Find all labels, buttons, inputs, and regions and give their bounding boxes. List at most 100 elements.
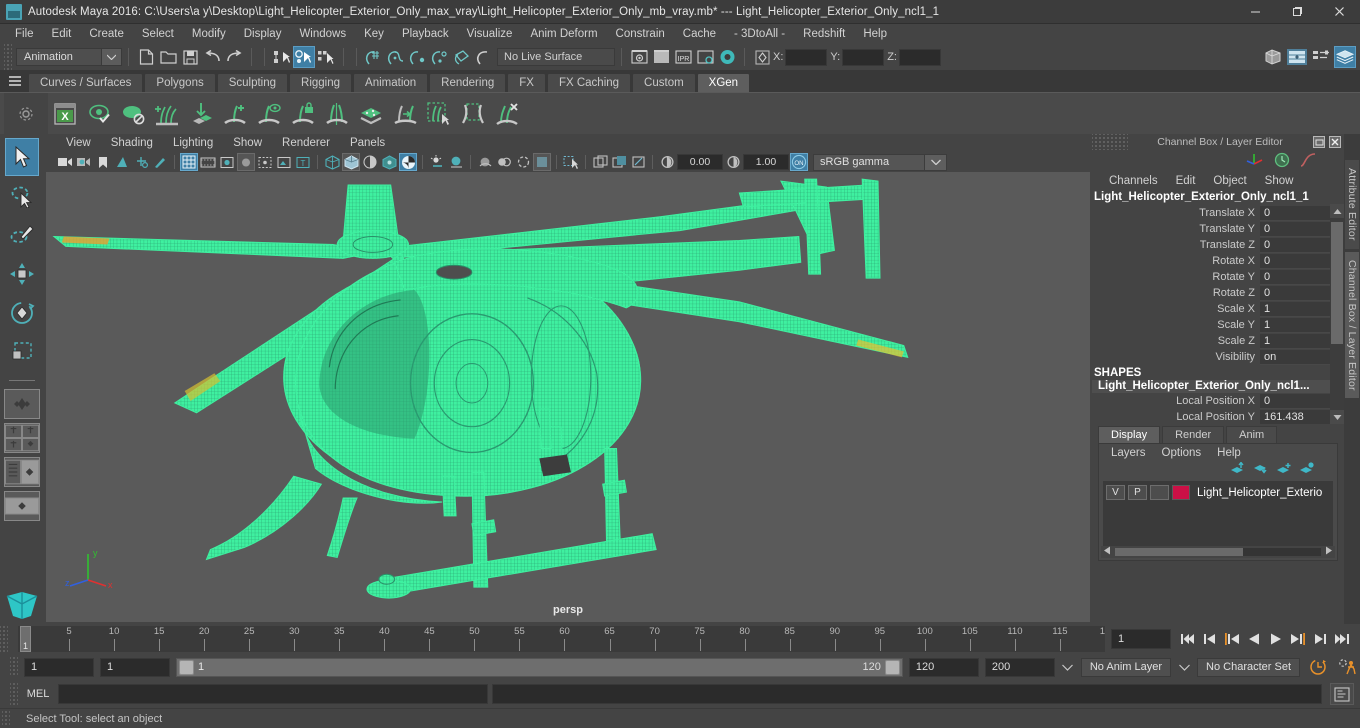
shadows-icon[interactable]	[428, 153, 446, 171]
select-by-component-icon[interactable]	[315, 46, 337, 68]
minimize-button[interactable]	[1234, 0, 1276, 24]
xgen-editor-icon[interactable]: X	[48, 97, 82, 131]
redo-icon[interactable]	[223, 46, 245, 68]
channel-row[interactable]: Local Position X 0	[1092, 393, 1344, 409]
keyframe-clock-icon[interactable]	[1274, 152, 1290, 171]
auto-key-icon[interactable]	[1306, 656, 1330, 678]
smooth-shading-icon[interactable]	[342, 153, 360, 171]
go-to-start-icon[interactable]	[1177, 628, 1198, 650]
layer-shading-toggle[interactable]	[1150, 485, 1169, 500]
convert-to-interactive-icon[interactable]	[388, 97, 422, 131]
playback-start-field[interactable]: 1	[100, 657, 170, 677]
single-perspective-layout[interactable]	[4, 389, 40, 419]
layer-item[interactable]: V P Light_Helicopter_Exterio	[1106, 484, 1330, 501]
channel-row[interactable]: Rotate X 0	[1092, 253, 1344, 269]
coord-z-field[interactable]	[898, 48, 941, 66]
guide-visibility-icon[interactable]	[252, 97, 286, 131]
menu-playback[interactable]: Playback	[393, 24, 458, 44]
ambient-occlusion-icon[interactable]	[447, 153, 465, 171]
exposure-field[interactable]: 0.00	[677, 154, 723, 170]
undo-icon[interactable]	[201, 46, 223, 68]
snap-to-projected-center-icon[interactable]	[429, 46, 451, 68]
range-slider-grip[interactable]	[10, 657, 18, 677]
create-layer-from-selected-icon[interactable]	[1299, 462, 1315, 478]
shelf-tab-custom[interactable]: Custom	[632, 73, 696, 92]
viewport-menu-shading[interactable]: Shading	[101, 133, 163, 153]
menuset-dropdown[interactable]: Animation	[16, 48, 122, 66]
gamma-reset-icon[interactable]	[724, 153, 742, 171]
transform-axes-icon[interactable]	[1246, 152, 1264, 171]
range-end-handle[interactable]	[884, 659, 900, 675]
menu-create[interactable]: Create	[80, 24, 133, 44]
multisample-aa-icon[interactable]	[495, 153, 513, 171]
maximize-button[interactable]	[1276, 0, 1318, 24]
render-settings-icon[interactable]	[694, 46, 716, 68]
viewport-render-region-icon[interactable]	[533, 153, 551, 171]
channel-menu-show[interactable]: Show	[1256, 171, 1303, 191]
scrollbar-thumb[interactable]	[1115, 548, 1243, 556]
command-language-label[interactable]: MEL	[22, 688, 54, 700]
animation-start-field[interactable]: 1	[24, 657, 94, 677]
layer-menu-help[interactable]: Help	[1209, 443, 1249, 463]
layer-menu-layers[interactable]: Layers	[1103, 443, 1154, 463]
shelf-tab-animation[interactable]: Animation	[353, 73, 429, 92]
save-scene-icon[interactable]	[179, 46, 201, 68]
panel-grip[interactable]	[1092, 134, 1128, 150]
delete-guide-icon[interactable]	[490, 97, 524, 131]
rotate-tool[interactable]	[5, 294, 39, 332]
anim-layer-dropdown-icon[interactable]	[1061, 658, 1075, 677]
show-hide-attribute-editor-icon[interactable]	[1286, 46, 1308, 68]
two-d-pan-zoom-icon[interactable]	[132, 153, 150, 171]
viewport-menu-view[interactable]: View	[56, 133, 101, 153]
range-slider-bar[interactable]: 1 120	[176, 657, 903, 677]
step-back-keyframe-icon[interactable]	[1199, 628, 1220, 650]
menu-redshift[interactable]: Redshift	[794, 24, 854, 44]
channel-row[interactable]: Scale X 1	[1092, 301, 1344, 317]
animation-end-field[interactable]: 200	[984, 657, 1055, 677]
help-line-grip[interactable]	[2, 710, 10, 727]
shelf-tab-sculpting[interactable]: Sculpting	[216, 73, 289, 92]
menu-modify[interactable]: Modify	[183, 24, 235, 44]
channel-row[interactable]: Rotate Z 0	[1092, 285, 1344, 301]
tab-display[interactable]: Display	[1098, 426, 1161, 443]
channel-row[interactable]: Translate Z 0	[1092, 237, 1344, 253]
shelf-tab-rendering[interactable]: Rendering	[429, 73, 507, 92]
add-description-icon[interactable]	[150, 97, 184, 131]
playhead[interactable]: 1	[20, 626, 31, 652]
layer-playback-toggle[interactable]: P	[1128, 485, 1147, 500]
menu-help[interactable]: Help	[854, 24, 896, 44]
disable-preview-icon[interactable]	[116, 97, 150, 131]
snap-to-curve-icon[interactable]	[385, 46, 407, 68]
character-set-dropdown-icon[interactable]	[1177, 658, 1191, 677]
channel-row[interactable]: Translate X 0	[1092, 205, 1344, 221]
viewport-menu-panels[interactable]: Panels	[340, 133, 395, 153]
helicopter-wireframe-model[interactable]	[46, 172, 1090, 622]
preview-eye-icon[interactable]	[82, 97, 116, 131]
bookmark-icon[interactable]	[94, 153, 112, 171]
color-space-dropdown[interactable]: sRGB gamma	[813, 153, 947, 171]
channel-menu-edit[interactable]: Edit	[1167, 171, 1205, 191]
scroll-down-arrow-icon[interactable]	[1330, 410, 1344, 424]
menu-edit[interactable]: Edit	[43, 24, 81, 44]
show-hide-modeling-toolkit-icon[interactable]	[1262, 46, 1284, 68]
shelf-tab-fx-caching[interactable]: FX Caching	[546, 73, 632, 92]
anim-layer-field[interactable]: No Anim Layer	[1080, 657, 1172, 677]
menu-anim-deform[interactable]: Anim Deform	[521, 24, 606, 44]
step-back-frame-icon[interactable]	[1221, 628, 1242, 650]
shelf-tab-xgen[interactable]: XGen	[696, 73, 751, 92]
close-panel-button[interactable]	[1328, 135, 1342, 149]
tab-attribute-editor[interactable]: Attribute Editor	[1345, 160, 1359, 249]
channel-menu-object[interactable]: Object	[1204, 171, 1255, 191]
select-tool[interactable]	[5, 138, 39, 176]
character-set-field[interactable]: No Character Set	[1197, 657, 1300, 677]
scrollbar-thumb[interactable]	[1331, 222, 1343, 344]
coord-y-field[interactable]	[842, 48, 885, 66]
menu-visualize[interactable]: Visualize	[458, 24, 522, 44]
shelf-tab-rigging[interactable]: Rigging	[289, 73, 353, 92]
grease-pencil-icon[interactable]	[151, 153, 169, 171]
move-tool[interactable]	[5, 255, 39, 293]
channel-row[interactable]: Scale Y 1	[1092, 317, 1344, 333]
scroll-up-arrow-icon[interactable]	[1330, 204, 1344, 218]
move-layer-down-icon[interactable]	[1253, 462, 1269, 478]
snap-to-view-plane-icon[interactable]	[451, 46, 473, 68]
